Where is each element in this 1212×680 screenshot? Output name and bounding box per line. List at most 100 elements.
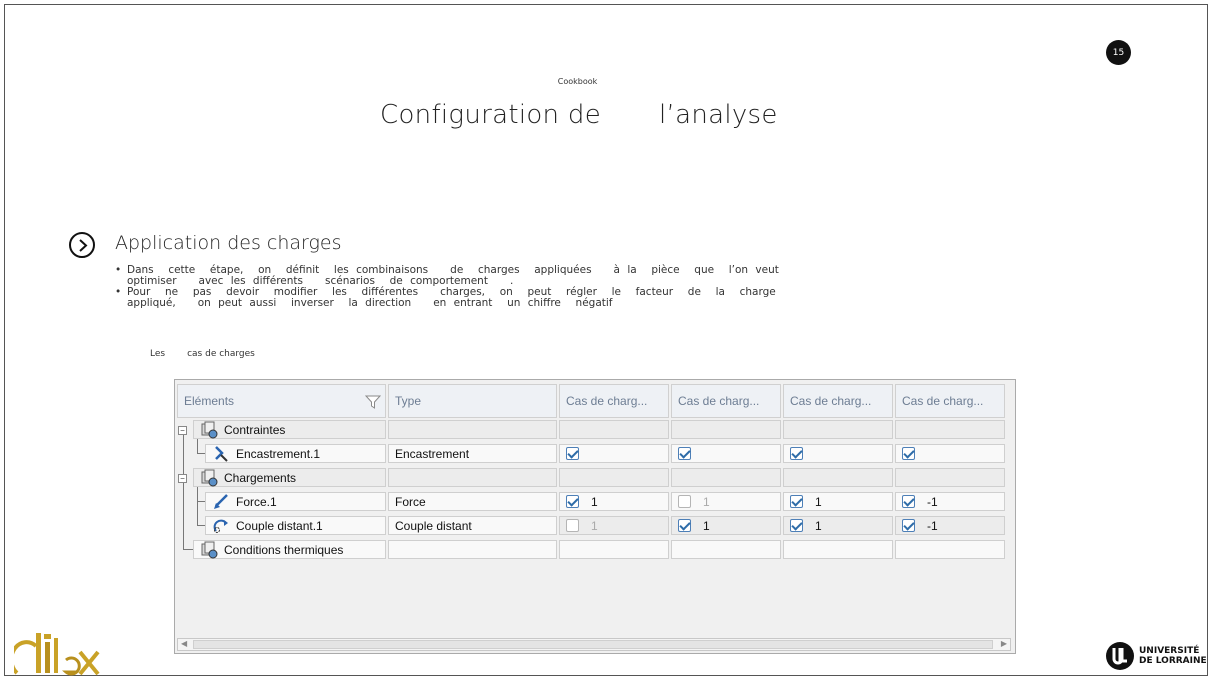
case-checkbox[interactable]: [902, 495, 915, 508]
case-cell[interactable]: [783, 444, 893, 463]
scrollbar-thumb[interactable]: [193, 640, 993, 649]
case-cell: [783, 540, 893, 559]
case-checkbox[interactable]: [678, 495, 691, 508]
column-header-case-3[interactable]: Cas de charg...: [783, 384, 893, 418]
case-checkbox[interactable]: [790, 519, 803, 532]
case-cell: [559, 468, 669, 487]
case-factor[interactable]: 1: [703, 495, 710, 509]
scroll-right-icon[interactable]: ▶: [1001, 639, 1007, 648]
collapse-toggle[interactable]: −: [178, 474, 187, 483]
case-cell[interactable]: -1: [895, 516, 1005, 535]
column-header-case-4[interactable]: Cas de charg...: [895, 384, 1005, 418]
case-cell[interactable]: 1: [559, 516, 669, 535]
case-checkbox[interactable]: [790, 495, 803, 508]
case-cell[interactable]: 1: [671, 492, 781, 511]
page-number-badge: 15: [1106, 40, 1131, 65]
type-cell: Couple distant: [388, 516, 557, 535]
table-row-contraintes[interactable]: Contraintes: [193, 420, 386, 439]
force-arrow-icon: [212, 493, 230, 511]
tree-connector: [197, 501, 205, 502]
case-checkbox[interactable]: [902, 447, 915, 460]
load-group-icon: [200, 421, 218, 439]
tree-connector: [183, 433, 184, 549]
horizontal-scrollbar[interactable]: ◀ ▶: [177, 638, 1011, 651]
case-factor[interactable]: 1: [703, 519, 710, 533]
tree-connector: [197, 453, 205, 454]
right-logo: UNIVERSITÉ DE LORRAINE: [1105, 641, 1207, 671]
bullet-item: Pour ne pas devoir modifier les différen…: [115, 287, 835, 309]
case-cell[interactable]: -1: [895, 492, 1005, 511]
type-label: Couple distant: [395, 518, 472, 533]
row-name: Contraintes: [224, 422, 286, 437]
case-factor[interactable]: -1: [927, 495, 938, 509]
case-cell: [783, 420, 893, 439]
table-row-force[interactable]: Force.1: [205, 492, 386, 511]
table-row-chargements[interactable]: Chargements: [193, 468, 386, 487]
case-factor[interactable]: 1: [591, 519, 598, 533]
case-cell[interactable]: 1: [671, 516, 781, 535]
case-factor[interactable]: 1: [815, 495, 822, 509]
slide-title-part2: l’analyse: [659, 100, 778, 130]
column-header-elements[interactable]: Eléments: [177, 384, 386, 418]
right-logo-line1: UNIVERSITÉ: [1139, 646, 1200, 656]
load-group-icon: [200, 541, 218, 559]
type-cell: [388, 420, 557, 439]
table-row-conditions-thermiques[interactable]: Conditions thermiques: [193, 540, 386, 559]
tree-connector: [197, 525, 205, 526]
universite-lorraine-emblem-icon: [1106, 642, 1134, 670]
tree-connector: [197, 486, 198, 526]
case-checkbox[interactable]: [902, 519, 915, 532]
case-checkbox[interactable]: [566, 495, 579, 508]
case-cell[interactable]: 1: [559, 492, 669, 511]
right-logo-text: UNIVERSITÉ DE LORRAINE: [1139, 646, 1207, 666]
type-label: Force: [395, 494, 426, 509]
case-cell: [559, 540, 669, 559]
table-row-couple-distant[interactable]: Couple distant.1: [205, 516, 386, 535]
case-cell: [671, 420, 781, 439]
column-header-label: Eléments: [184, 394, 235, 408]
column-header-label: Cas de charg...: [566, 394, 648, 408]
case-checkbox[interactable]: [566, 519, 579, 532]
row-name: Conditions thermiques: [224, 542, 344, 557]
case-factor[interactable]: 1: [591, 495, 598, 509]
caption-part1: Les: [150, 349, 166, 359]
left-logo: [9, 630, 104, 680]
case-cell: [895, 540, 1005, 559]
case-cell: [559, 420, 669, 439]
filter-icon[interactable]: [365, 394, 381, 410]
row-name: Chargements: [224, 470, 297, 485]
type-cell: Encastrement: [388, 444, 557, 463]
slide-title: Configuration de l’analyse: [380, 100, 778, 130]
case-cell[interactable]: 1: [783, 516, 893, 535]
case-checkbox[interactable]: [678, 519, 691, 532]
type-cell: [388, 540, 557, 559]
tree-connector: [197, 438, 198, 454]
column-header-label: Type: [395, 394, 422, 408]
case-factor[interactable]: 1: [815, 519, 822, 533]
type-cell: [388, 468, 557, 487]
caption-part2: cas de charges: [187, 349, 255, 359]
case-cell: [895, 420, 1005, 439]
case-cell: [783, 468, 893, 487]
column-header-type[interactable]: Type: [388, 384, 557, 418]
case-checkbox[interactable]: [790, 447, 803, 460]
row-name: Couple distant.1: [236, 518, 323, 533]
bullet-list: Dans cette étape, on définit les combina…: [115, 265, 835, 309]
table-row-encastrement[interactable]: Encastrement.1: [205, 444, 386, 463]
case-cell[interactable]: [671, 444, 781, 463]
scroll-left-icon[interactable]: ◀: [181, 639, 187, 648]
column-header-case-2[interactable]: Cas de charg...: [671, 384, 781, 418]
case-checkbox[interactable]: [566, 447, 579, 460]
case-checkbox[interactable]: [678, 447, 691, 460]
column-header-case-1[interactable]: Cas de charg...: [559, 384, 669, 418]
chevron-right-circle-icon: [69, 232, 95, 258]
row-name: Encastrement.1: [236, 446, 321, 461]
torque-icon: [212, 517, 230, 535]
load-group-icon: [200, 469, 218, 487]
case-cell[interactable]: [895, 444, 1005, 463]
case-factor[interactable]: -1: [927, 519, 938, 533]
case-cell[interactable]: [559, 444, 669, 463]
case-cell[interactable]: 1: [783, 492, 893, 511]
slide-kicker: Cookbook: [557, 77, 598, 86]
collapse-toggle[interactable]: −: [178, 426, 187, 435]
